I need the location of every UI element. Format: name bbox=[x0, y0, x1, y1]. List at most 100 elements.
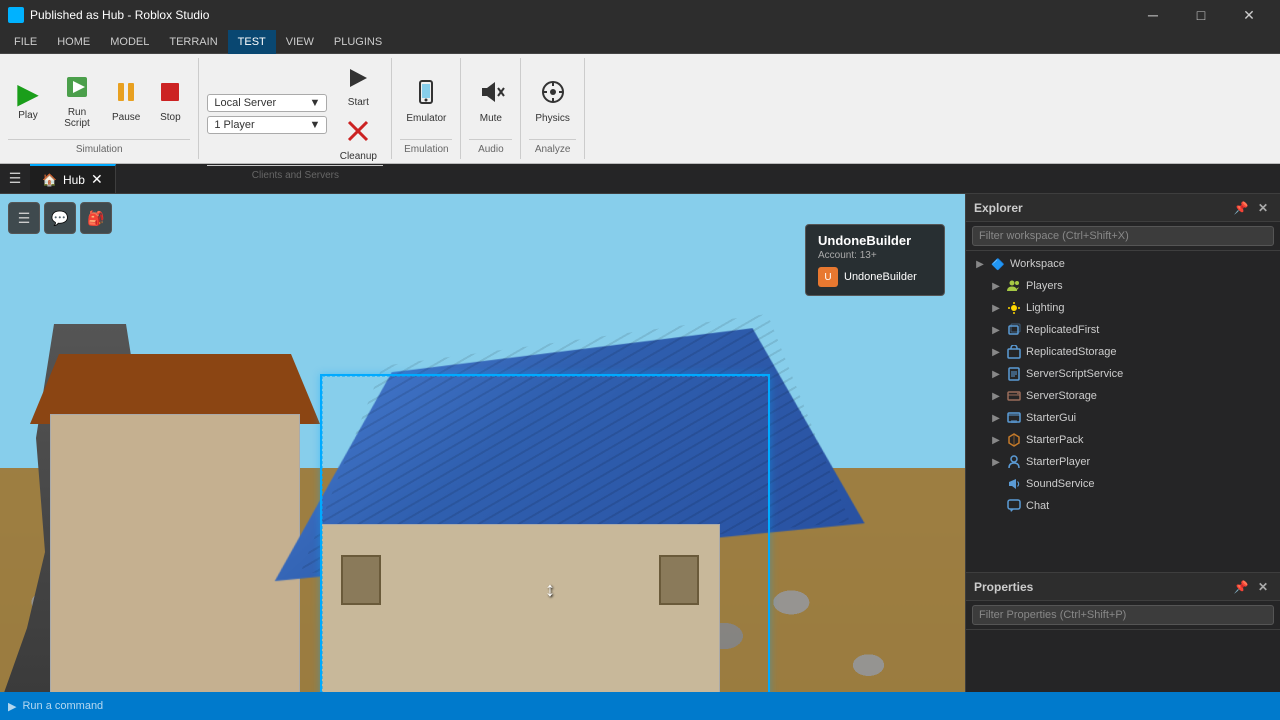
start-icon bbox=[345, 65, 371, 95]
explorer-search bbox=[966, 222, 1280, 251]
main-area: ↕ ☰ 💬 🎒 UndoneBuilder Account: 13+ U Und… bbox=[0, 194, 1280, 692]
starter-pack-icon bbox=[1006, 432, 1022, 448]
starter-gui-icon bbox=[1006, 410, 1022, 426]
analyze-label: Analyze bbox=[529, 139, 575, 155]
hub-tab[interactable]: 🏠 Hub ✕ bbox=[30, 164, 116, 193]
user-popup: UndoneBuilder Account: 13+ U UndoneBuild… bbox=[805, 224, 945, 296]
sss-icon bbox=[1006, 366, 1022, 382]
bag-button[interactable]: 🎒 bbox=[80, 202, 112, 234]
menu-model[interactable]: MODEL bbox=[100, 30, 159, 54]
tree-item-players[interactable]: ▶ Players bbox=[966, 275, 1280, 297]
home-icon: 🏠 bbox=[42, 173, 57, 187]
workspace-chevron: ▶ bbox=[974, 259, 986, 270]
start-button[interactable]: Start bbox=[333, 62, 383, 111]
properties-search-input[interactable] bbox=[972, 605, 1274, 625]
run-script-button[interactable]: RunScript bbox=[52, 70, 102, 132]
players-chevron: ▶ bbox=[990, 281, 1002, 292]
emulator-label: Emulator bbox=[406, 113, 446, 124]
explorer-tree: ▶ 🔷 Workspace ▶ Players ▶ Lighting ▶ bbox=[966, 251, 1280, 572]
run-script-label: RunScript bbox=[64, 107, 90, 129]
workspace-icon: 🔷 bbox=[990, 256, 1006, 272]
simulation-buttons: ▶ Play RunScript bbox=[8, 62, 190, 139]
status-bar: ▶ bbox=[0, 692, 1280, 720]
command-input[interactable] bbox=[22, 700, 1272, 712]
menu-test[interactable]: TEST bbox=[228, 30, 276, 54]
replicated-first-icon bbox=[1006, 322, 1022, 338]
status-arrow: ▶ bbox=[8, 700, 16, 713]
tree-item-replicated-storage[interactable]: ▶ ReplicatedStorage bbox=[966, 341, 1280, 363]
emulation-group: Emulator Emulation bbox=[392, 58, 461, 159]
pause-button[interactable]: Pause bbox=[106, 75, 146, 126]
server-type-dropdown[interactable]: Local Server ▼ bbox=[207, 94, 327, 112]
title-text: Published as Hub - Roblox Studio bbox=[30, 8, 209, 22]
hamburger-button[interactable]: ☰ bbox=[8, 202, 40, 234]
sound-service-icon bbox=[1006, 476, 1022, 492]
tree-item-replicated-first[interactable]: ▶ ReplicatedFirst bbox=[966, 319, 1280, 341]
workspace-label: Workspace bbox=[1010, 258, 1280, 270]
menu-terrain[interactable]: TERRAIN bbox=[159, 30, 227, 54]
starter-player-icon bbox=[1006, 454, 1022, 470]
physics-button[interactable]: Physics bbox=[529, 75, 575, 127]
starter-player-chevron: ▶ bbox=[990, 457, 1002, 468]
clients-servers-top: Local Server ▼ 1 Player ▼ bbox=[207, 62, 383, 165]
pause-label: Pause bbox=[112, 112, 140, 123]
viewport[interactable]: ↕ ☰ 💬 🎒 UndoneBuilder Account: 13+ U Und… bbox=[0, 194, 965, 692]
players-icon bbox=[1006, 278, 1022, 294]
ribbon: ▶ Play RunScript bbox=[0, 54, 1280, 164]
close-hub-tab[interactable]: ✕ bbox=[91, 171, 103, 188]
tree-item-sound-service[interactable]: SoundService bbox=[966, 473, 1280, 495]
stop-button[interactable]: Stop bbox=[150, 75, 190, 126]
properties-close-button[interactable]: ✕ bbox=[1254, 578, 1272, 596]
mute-button[interactable]: Mute bbox=[471, 75, 511, 127]
chat-button[interactable]: 💬 bbox=[44, 202, 76, 234]
server-type-value: Local Server bbox=[214, 97, 276, 109]
tree-item-workspace[interactable]: ▶ 🔷 Workspace bbox=[966, 253, 1280, 275]
emulation-buttons: Emulator bbox=[400, 62, 452, 139]
explorer-header-buttons: 📌 ✕ bbox=[1232, 199, 1272, 217]
maximize-button[interactable]: □ bbox=[1178, 0, 1224, 30]
properties-pin-button[interactable]: 📌 bbox=[1232, 578, 1250, 596]
tree-item-server-storage[interactable]: ▶ ServerStorage bbox=[966, 385, 1280, 407]
players-label: Players bbox=[1026, 280, 1280, 292]
clients-servers-group: Local Server ▼ 1 Player ▼ bbox=[199, 58, 392, 159]
popup-username: UndoneBuilder bbox=[818, 233, 932, 248]
menu-plugins[interactable]: PLUGINS bbox=[324, 30, 392, 54]
player-count-dropdown[interactable]: 1 Player ▼ bbox=[207, 116, 327, 134]
tree-item-starter-player[interactable]: ▶ StarterPlayer bbox=[966, 451, 1280, 473]
physics-icon bbox=[539, 78, 567, 111]
tree-item-server-script-service[interactable]: ▶ ServerScriptService bbox=[966, 363, 1280, 385]
properties-header: Properties 📌 ✕ bbox=[966, 573, 1280, 601]
user-display-name: UndoneBuilder bbox=[844, 271, 917, 283]
roblox-icon bbox=[8, 7, 24, 23]
menu-home[interactable]: HOME bbox=[47, 30, 100, 54]
explorer-search-input[interactable] bbox=[972, 226, 1274, 246]
window-1 bbox=[341, 555, 381, 605]
starter-gui-chevron: ▶ bbox=[990, 413, 1002, 424]
simulation-label: Simulation bbox=[8, 139, 190, 155]
play-button[interactable]: ▶ Play bbox=[8, 77, 48, 124]
starter-player-label: StarterPlayer bbox=[1026, 456, 1280, 468]
lighting-chevron: ▶ bbox=[990, 303, 1002, 314]
cleanup-icon bbox=[345, 118, 371, 149]
replicated-first-chevron: ▶ bbox=[990, 325, 1002, 336]
explorer-pin-button[interactable]: 📌 bbox=[1232, 199, 1250, 217]
hub-tab-label: Hub bbox=[63, 173, 85, 187]
start-cleanup-buttons: Start Cleanup bbox=[333, 62, 383, 165]
explorer-close-button[interactable]: ✕ bbox=[1254, 199, 1272, 217]
tree-item-chat[interactable]: Chat bbox=[966, 495, 1280, 517]
emulator-button[interactable]: Emulator bbox=[400, 75, 452, 127]
cleanup-button[interactable]: Cleanup bbox=[333, 115, 383, 165]
sidebar-toggle[interactable]: ☰ bbox=[0, 164, 30, 193]
start-label: Start bbox=[348, 97, 369, 108]
menu-file[interactable]: FILE bbox=[4, 30, 47, 54]
menu-view[interactable]: VIEW bbox=[276, 30, 324, 54]
tree-item-lighting[interactable]: ▶ Lighting bbox=[966, 297, 1280, 319]
tree-item-starter-pack[interactable]: ▶ StarterPack bbox=[966, 429, 1280, 451]
server-type-arrow: ▼ bbox=[309, 97, 320, 109]
minimize-button[interactable]: ─ bbox=[1130, 0, 1176, 30]
starter-pack-label: StarterPack bbox=[1026, 434, 1280, 446]
play-icon: ▶ bbox=[17, 80, 39, 108]
tree-item-starter-gui[interactable]: ▶ StarterGui bbox=[966, 407, 1280, 429]
audio-group: Mute Audio bbox=[461, 58, 521, 159]
close-button[interactable]: ✕ bbox=[1226, 0, 1272, 30]
